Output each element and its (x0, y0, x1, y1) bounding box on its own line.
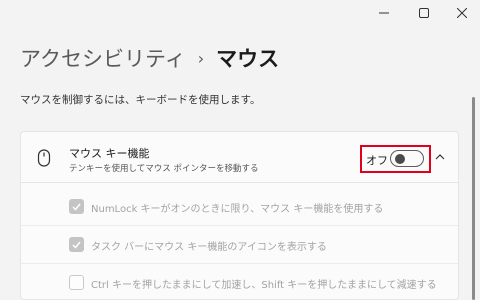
option-numlock: NumLock キーがオンのときに限り、マウス キー機能を使用する (21, 188, 458, 226)
close-button[interactable] (448, 4, 476, 22)
mouse-keys-subtitle: テンキーを使用してマウス ポインターを移動する (69, 164, 259, 174)
mouse-keys-header[interactable]: マウス キー機能 テンキーを使用してマウス ポインターを移動する オフ (21, 132, 458, 183)
mouse-keys-card: マウス キー機能 テンキーを使用してマウス ポインターを移動する オフ NumL… (20, 131, 459, 300)
breadcrumb-separator: › (197, 48, 205, 68)
maximize-button[interactable] (410, 4, 438, 22)
title-bar (0, 0, 480, 28)
mouse-icon (37, 149, 51, 167)
breadcrumb: アクセシビリティ › マウス (20, 43, 279, 73)
mouse-keys-title: マウス キー機能 (69, 147, 150, 160)
toggle-knob (395, 154, 405, 164)
taskbar-icon-checkbox[interactable] (69, 237, 84, 252)
breadcrumb-parent-accessibility[interactable]: アクセシビリティ (20, 43, 186, 73)
ctrl-shift-speed-checkbox[interactable] (69, 275, 84, 290)
numlock-checkbox[interactable] (69, 199, 84, 214)
close-icon (457, 8, 467, 18)
checkmark-icon (72, 203, 81, 211)
checkmark-icon (72, 241, 81, 249)
option-ctrl-shift-speed-label: Ctrl キーを押したままにして加速し、Shift キーを押したままにして減速す… (91, 280, 437, 291)
page-title: マウス (216, 47, 280, 71)
toggle-state-label: オフ (366, 154, 388, 167)
chevron-up-icon[interactable] (435, 153, 445, 160)
mouse-keys-toggle[interactable] (390, 150, 424, 167)
minimize-icon (379, 12, 389, 14)
scrollbar[interactable] (472, 97, 475, 300)
option-ctrl-shift-speed: Ctrl キーを押したままにして加速し、Shift キーを押したままにして減速す… (21, 264, 458, 300)
minimize-button[interactable] (370, 4, 398, 22)
maximize-icon (419, 8, 429, 18)
option-numlock-label: NumLock キーがオンのときに限り、マウス キー機能を使用する (91, 204, 384, 215)
page-description: マウスを制御するには、キーボードを使用します。 (20, 94, 261, 106)
option-taskbar-icon-label: タスク バーにマウス キー機能のアイコンを表示する (91, 242, 327, 253)
option-taskbar-icon: タスク バーにマウス キー機能のアイコンを表示する (21, 226, 458, 264)
